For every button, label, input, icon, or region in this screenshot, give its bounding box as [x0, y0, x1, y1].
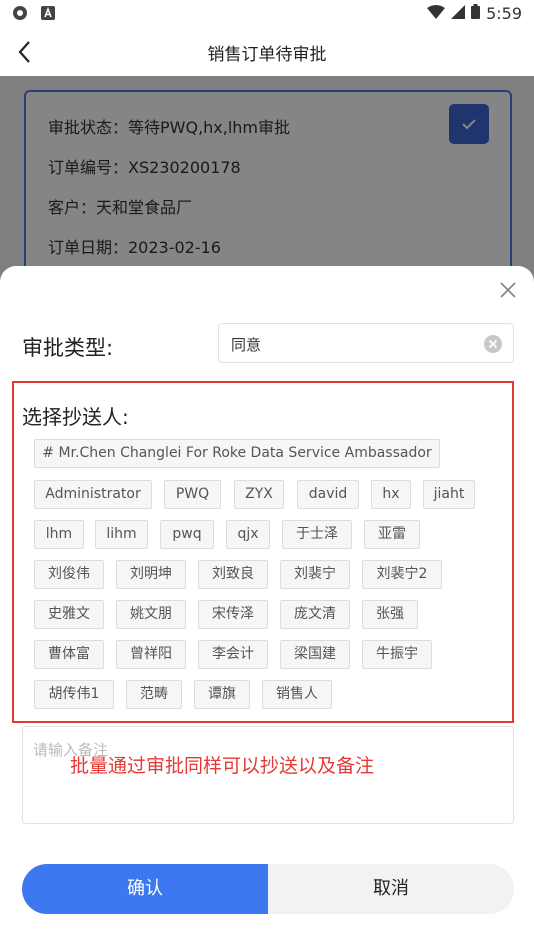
cc-tag[interactable]: Administrator	[34, 480, 152, 509]
page-title: 销售订单待审批	[207, 45, 327, 65]
wifi-icon	[427, 4, 446, 23]
cc-tag[interactable]: 刘致良	[198, 560, 268, 589]
status-time: 5:59	[486, 4, 522, 23]
close-button[interactable]	[498, 280, 518, 300]
cc-tag[interactable]: 刘俊伟	[34, 560, 104, 589]
cc-tag[interactable]: 销售人	[262, 680, 332, 709]
cc-tag[interactable]: 曹体富	[34, 640, 104, 669]
cc-tag[interactable]: 张强	[362, 600, 418, 629]
cc-tag[interactable]: 梁国建	[280, 640, 350, 669]
cc-tag[interactable]: 刘裴宁	[280, 560, 350, 589]
cc-tag[interactable]: lhm	[34, 520, 84, 549]
cc-tag[interactable]: ZYX	[234, 480, 284, 509]
annotation-text: 批量通过审批同样可以抄送以及备注	[70, 755, 375, 777]
cc-tag[interactable]: 牛振宇	[362, 640, 432, 669]
cc-tag[interactable]: lihm	[95, 520, 148, 549]
a-icon	[40, 5, 56, 21]
cc-tag[interactable]: 谭旗	[194, 680, 250, 709]
cancel-button[interactable]: 取消	[268, 864, 514, 914]
cc-tag[interactable]: 庞文清	[280, 600, 350, 629]
status-bar: 5:59	[0, 0, 534, 28]
cc-selector: 选择抄送人: # Mr.Chen Changlei For Roke Data …	[12, 381, 514, 723]
cc-tag[interactable]: 亚雷	[364, 520, 420, 549]
approval-type-select[interactable]: 同意	[218, 323, 514, 363]
cc-label: 选择抄送人:	[22, 405, 129, 429]
cc-tag[interactable]: 刘裴宁2	[362, 560, 442, 589]
confirm-button[interactable]: 确认	[22, 864, 268, 914]
cc-tag[interactable]: 于士泽	[282, 520, 352, 549]
close-icon	[500, 282, 516, 298]
cc-tag[interactable]: 范畴	[126, 680, 182, 709]
app-icon	[12, 5, 28, 21]
cc-tag[interactable]: 刘明坤	[116, 560, 186, 589]
cc-tag[interactable]: 曾祥阳	[116, 640, 186, 669]
approval-type-label: 审批类型:	[22, 336, 114, 360]
cc-tag[interactable]: 宋传泽	[198, 600, 268, 629]
signal-icon	[451, 4, 466, 23]
cc-tag[interactable]: 胡传伟1	[34, 680, 114, 709]
cc-tag[interactable]: # Mr.Chen Changlei For Roke Data Service…	[34, 439, 440, 468]
cc-tag[interactable]: david	[297, 480, 359, 509]
nav-bar: 销售订单待审批	[0, 28, 534, 76]
cc-tag[interactable]: jiaht	[423, 480, 475, 509]
approval-sheet: 审批类型: 同意 选择抄送人: # Mr.Chen Changlei For R…	[0, 266, 534, 950]
cc-tag[interactable]: PWQ	[164, 480, 221, 509]
cc-tag[interactable]: 李会计	[198, 640, 268, 669]
cc-tag[interactable]: 史雅文	[34, 600, 104, 629]
clear-icon[interactable]	[483, 334, 503, 354]
cc-tag[interactable]: qjx	[226, 520, 270, 549]
battery-icon	[471, 4, 481, 23]
cc-tag[interactable]: hx	[371, 480, 411, 509]
approval-type-value: 同意	[231, 336, 262, 354]
cc-tag[interactable]: 姚文朋	[116, 600, 186, 629]
cc-tag[interactable]: pwq	[160, 520, 214, 549]
